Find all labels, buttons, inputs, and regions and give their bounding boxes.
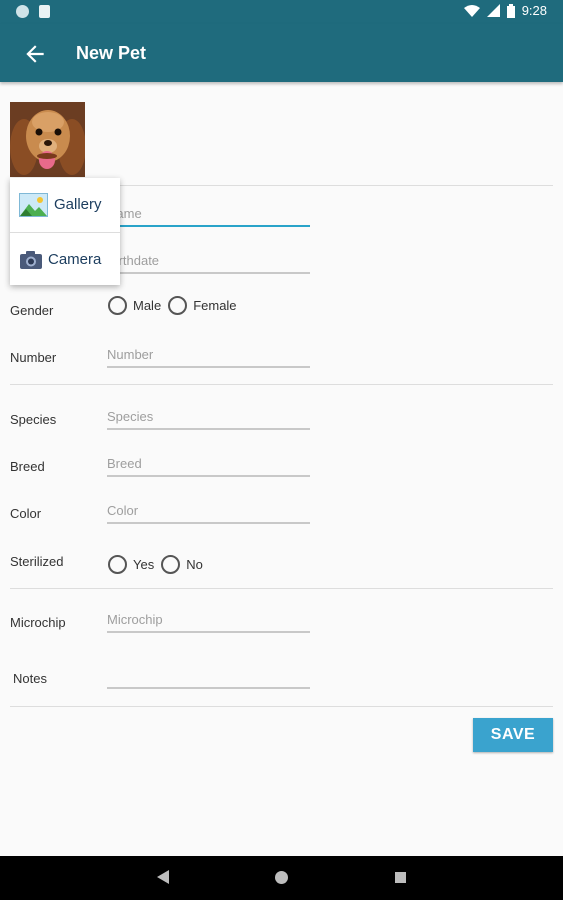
sterilized-radio-group: Yes No	[108, 555, 210, 574]
sterilized-option-yes[interactable]: Yes	[108, 555, 154, 574]
photo-source-popup: Gallery Camera	[10, 178, 120, 285]
species-input[interactable]	[107, 409, 310, 424]
dog-photo-image	[10, 102, 85, 177]
species-field[interactable]	[107, 400, 310, 430]
radio-unchecked-icon[interactable]	[108, 555, 127, 574]
microchip-field[interactable]	[107, 603, 310, 633]
name-field[interactable]	[107, 197, 310, 227]
status-time: 9:28	[521, 3, 547, 18]
birthdate-input[interactable]	[107, 253, 310, 268]
gender-option-label: Male	[133, 298, 162, 313]
notes-label: Notes	[13, 671, 47, 686]
breed-label: Breed	[10, 459, 45, 474]
sterilized-label: Sterilized	[10, 554, 64, 569]
system-nav-bar	[0, 856, 563, 900]
number-input[interactable]	[107, 347, 310, 362]
number-field[interactable]	[107, 338, 310, 368]
sterilized-option-label: Yes	[133, 557, 155, 572]
divider	[10, 384, 553, 385]
microchip-label: Microchip	[10, 615, 66, 630]
number-label: Number	[10, 350, 57, 365]
notes-input[interactable]	[107, 668, 310, 683]
popup-item-label: Camera	[48, 251, 102, 268]
home-circle-icon[interactable]	[275, 871, 288, 884]
sterilized-option-no[interactable]: No	[161, 555, 203, 574]
color-input[interactable]	[107, 503, 310, 518]
sd-card-icon	[39, 5, 50, 18]
arrow-left-icon[interactable]	[22, 41, 48, 67]
radio-unchecked-icon[interactable]	[168, 296, 188, 315]
microchip-input[interactable]	[107, 612, 310, 627]
save-button[interactable]: SAVE	[473, 718, 553, 752]
radio-unchecked-icon[interactable]	[108, 296, 127, 315]
gender-option-female[interactable]: Female	[168, 296, 237, 315]
radio-unchecked-icon[interactable]	[161, 555, 181, 574]
breed-input[interactable]	[107, 456, 310, 471]
notes-field[interactable]	[107, 659, 310, 689]
popup-item-gallery[interactable]: Gallery	[10, 178, 120, 231]
popup-item-camera[interactable]: Camera	[10, 233, 120, 286]
species-label: Species	[10, 412, 57, 427]
birthdate-field[interactable]	[107, 244, 310, 274]
divider	[10, 706, 553, 707]
gender-label: Gender	[10, 303, 54, 318]
signal-icon	[486, 4, 500, 17]
name-input[interactable]	[107, 206, 310, 221]
popup-item-label: Gallery	[54, 196, 102, 213]
recents-square-icon[interactable]	[395, 872, 406, 883]
page-title: New Pet	[76, 43, 147, 63]
sterilized-option-label: No	[186, 557, 203, 572]
breed-field[interactable]	[107, 447, 310, 477]
notification-dot-icon	[16, 5, 29, 18]
gender-radio-group: Male Female	[108, 296, 244, 315]
camera-icon	[20, 250, 42, 269]
gender-option-male[interactable]: Male	[108, 296, 161, 315]
app-bar: New Pet	[0, 24, 563, 82]
back-triangle-icon[interactable]	[157, 870, 169, 884]
gallery-icon	[19, 192, 48, 217]
divider	[10, 588, 553, 589]
status-bar: 9:28	[0, 0, 563, 24]
wifi-icon	[463, 4, 480, 17]
color-label: Color	[10, 506, 42, 521]
battery-icon	[506, 3, 515, 18]
pet-photo[interactable]	[10, 102, 85, 177]
color-field[interactable]	[107, 494, 310, 524]
gender-option-label: Female	[193, 298, 237, 313]
